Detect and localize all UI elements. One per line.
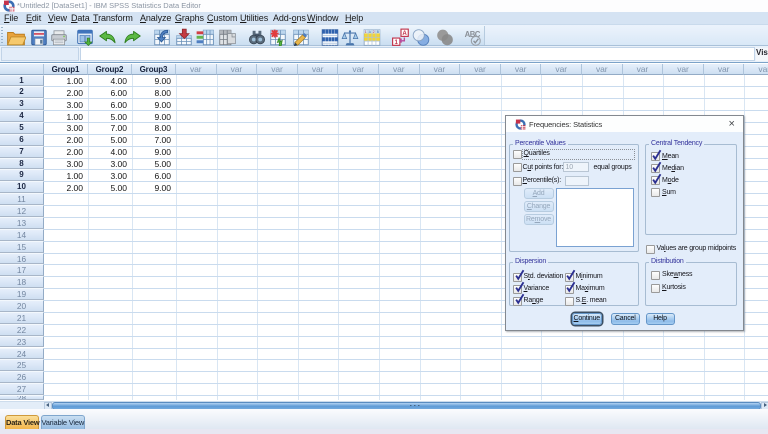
svg-text:2: 2 [373, 29, 375, 33]
svg-text:1: 1 [394, 38, 398, 45]
svg-text:A: A [402, 30, 407, 37]
svg-text:1: 1 [365, 29, 367, 33]
